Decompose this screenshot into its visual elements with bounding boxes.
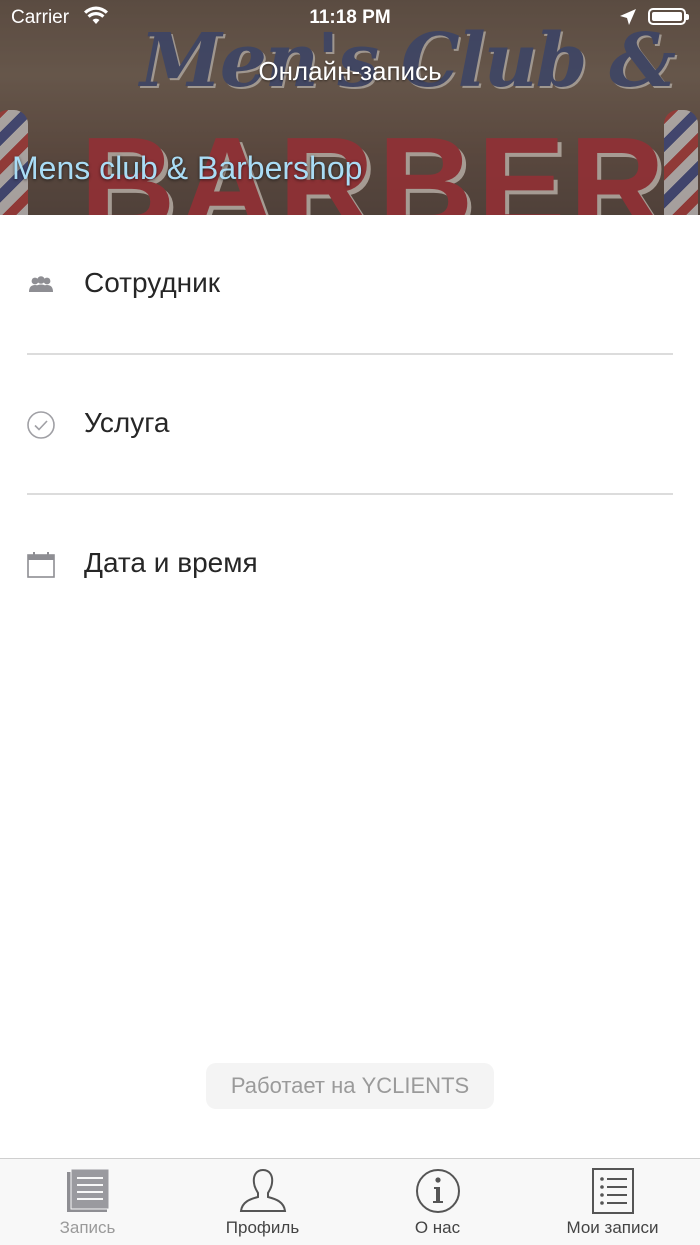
tab-label: Мои записи [566,1218,659,1237]
status-bar: Carrier 11:18 PM [0,0,700,36]
tab-label: Запись [59,1218,116,1237]
tab-label: Профиль [225,1218,300,1237]
menu-item-label: Услуга [84,407,170,438]
info-icon [416,1169,460,1213]
powered-by-badge[interactable]: Работает на YCLIENTS [206,1063,494,1109]
tab-bar: Запись Профиль О нас Мои записи [0,1158,700,1245]
location-arrow-icon [620,9,636,25]
tab-profile[interactable]: Профиль [175,1159,350,1245]
booking-icon [67,1168,110,1212]
menu-item-staff[interactable]: Сотрудник [0,215,700,355]
menu-item-service[interactable]: Услуга [0,355,700,495]
battery-icon [648,8,689,25]
header-banner: Men's Club & BARBER Carrier 11:18 PM Онл… [0,0,700,215]
menu-item-label: Дата и время [84,547,258,578]
company-name[interactable]: Mens club & Barbershop [12,150,362,187]
clock: 11:18 PM [309,7,391,28]
check-circle-icon [27,411,55,439]
list-icon [592,1168,634,1214]
menu-item-datetime[interactable]: Дата и время [0,495,700,635]
staff-icon [29,276,53,292]
menu-item-label: Сотрудник [84,267,221,298]
profile-icon [239,1168,287,1212]
calendar-icon [27,552,55,578]
tab-my-bookings[interactable]: Мои записи [525,1159,700,1245]
tab-about[interactable]: О нас [350,1159,525,1245]
tab-booking[interactable]: Запись [0,1159,175,1245]
tab-label: О нас [414,1218,461,1237]
page-title: Онлайн-запись [258,56,442,86]
